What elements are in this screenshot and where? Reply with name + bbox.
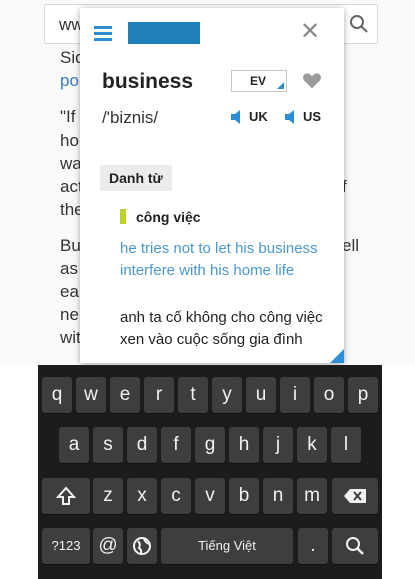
- key-b[interactable]: b: [229, 478, 259, 514]
- key-n[interactable]: n: [263, 478, 293, 514]
- key-m[interactable]: m: [297, 478, 327, 514]
- article-line: Bu: [60, 236, 81, 255]
- key-v[interactable]: v: [195, 478, 225, 514]
- key-f[interactable]: f: [161, 427, 191, 463]
- article-line: wa: [60, 154, 82, 173]
- key-i[interactable]: i: [280, 377, 310, 413]
- key-a[interactable]: a: [59, 427, 89, 463]
- speaker-icon: [285, 109, 294, 124]
- article-link[interactable]: po: [60, 71, 79, 91]
- key-at[interactable]: @: [93, 528, 123, 564]
- shift-key[interactable]: [42, 478, 90, 514]
- globe-icon: [133, 536, 151, 555]
- search-icon: [346, 536, 364, 555]
- key-k[interactable]: k: [297, 427, 327, 463]
- key-period[interactable]: .: [298, 528, 328, 564]
- heart-icon[interactable]: [302, 70, 322, 90]
- key-z[interactable]: z: [93, 478, 123, 514]
- article-line: wit: [60, 328, 81, 347]
- space-key[interactable]: Tiếng Việt: [161, 528, 293, 564]
- language-key[interactable]: [127, 528, 157, 564]
- article-line: ne: [60, 305, 79, 324]
- example-translation: anh ta cố không cho công việc xen vào cu…: [120, 309, 323, 348]
- key-q[interactable]: q: [42, 377, 72, 413]
- search-key[interactable]: [332, 528, 378, 564]
- audio-uk-button[interactable]: UK: [230, 109, 268, 124]
- key-h[interactable]: h: [229, 427, 259, 463]
- key-r[interactable]: r: [144, 377, 174, 413]
- key-s[interactable]: s: [93, 427, 123, 463]
- article-line: "If: [60, 107, 76, 126]
- search-icon[interactable]: [349, 14, 369, 34]
- key-j[interactable]: j: [263, 427, 293, 463]
- article-line: ell: [342, 236, 360, 255]
- backspace-icon: [344, 488, 366, 503]
- backspace-key[interactable]: [332, 478, 378, 514]
- key-g[interactable]: g: [195, 427, 225, 463]
- close-icon[interactable]: ✕: [300, 20, 320, 44]
- example-sentence: he tries not to let his business interfe…: [120, 240, 318, 279]
- dictionary-popup: ✕ business EV /'biznis/ UK US Danh từ cô…: [80, 8, 344, 363]
- search-field[interactable]: [128, 22, 200, 44]
- keyboard: q w e r t y u i o p a s d f g h j k l z x c v b n m ?123 @ Tiếng Việ…: [38, 365, 382, 579]
- key-y[interactable]: y: [212, 377, 242, 413]
- audio-uk-label: UK: [249, 109, 268, 124]
- key-c[interactable]: c: [161, 478, 191, 514]
- dropdown-corner-icon: [277, 82, 284, 89]
- key-u[interactable]: u: [246, 377, 276, 413]
- part-of-speech: Danh từ: [100, 165, 172, 191]
- resize-handle[interactable]: [330, 349, 344, 363]
- audio-us-label: US: [303, 109, 322, 124]
- dictionary-label: EV: [250, 74, 267, 88]
- key-e[interactable]: e: [110, 377, 140, 413]
- headword: business: [102, 70, 194, 93]
- key-t[interactable]: t: [178, 377, 208, 413]
- shift-icon: [55, 486, 77, 505]
- article-line: ea: [60, 282, 79, 301]
- menu-icon[interactable]: [94, 26, 112, 42]
- audio-us-button[interactable]: US: [284, 109, 321, 124]
- key-l[interactable]: l: [331, 427, 361, 463]
- sense-title: công việc: [136, 209, 201, 225]
- key-x[interactable]: x: [127, 478, 157, 514]
- key-w[interactable]: w: [76, 377, 106, 413]
- speaker-icon: [231, 109, 240, 124]
- dictionary-selector[interactable]: EV: [231, 70, 287, 92]
- sense-marker: [120, 209, 126, 224]
- symbols-key[interactable]: ?123: [42, 528, 90, 564]
- article-line: ho: [60, 131, 79, 150]
- pronunciation: /'biznis/: [102, 108, 159, 127]
- key-d[interactable]: d: [127, 427, 157, 463]
- article-line: as: [60, 259, 78, 278]
- key-p[interactable]: p: [348, 377, 378, 413]
- key-o[interactable]: o: [314, 377, 344, 413]
